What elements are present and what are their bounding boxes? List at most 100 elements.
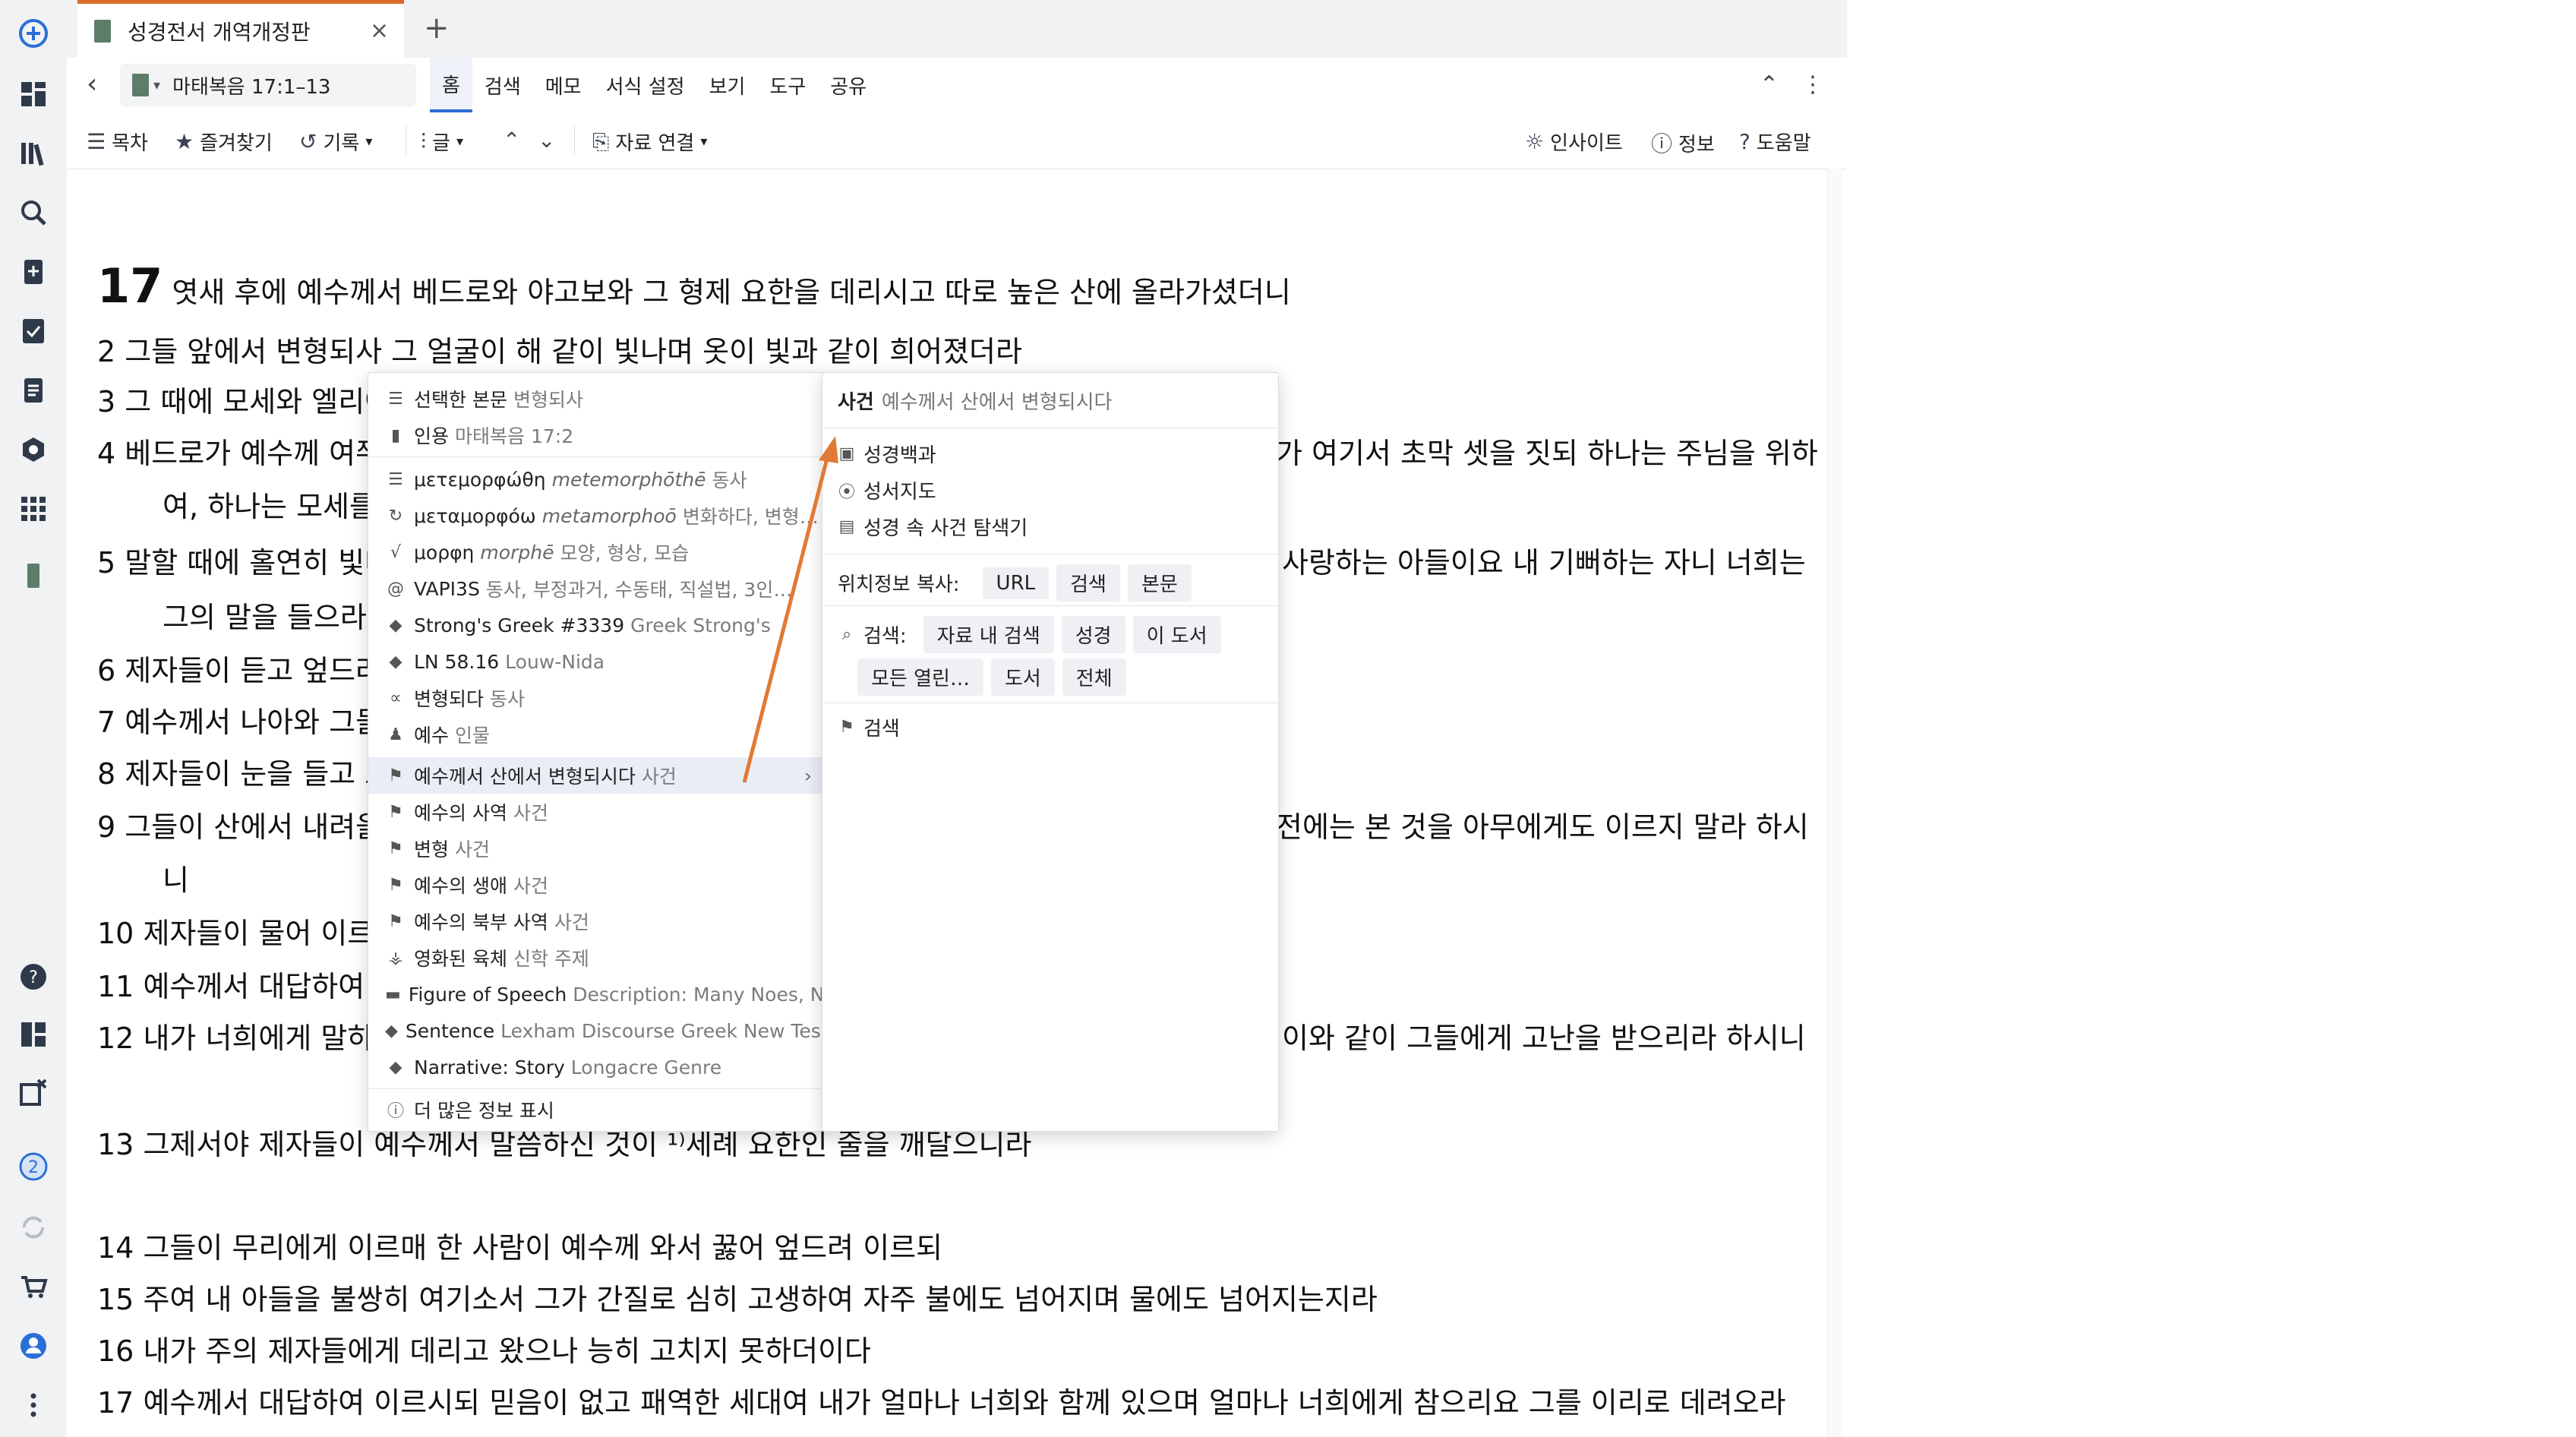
copy-search-chip[interactable]: 검색 bbox=[1056, 564, 1120, 602]
verse-continued[interactable]: 사랑하는 아들이요 내 기뻐하는 자니 너희는 bbox=[1282, 539, 1806, 581]
reference-box[interactable]: ▾ 마태복음 17:1–13 bbox=[120, 64, 416, 106]
menu-share[interactable]: 공유 bbox=[818, 58, 879, 112]
menu-item-event[interactable]: ⚑ 변형 사건 bbox=[368, 830, 824, 867]
info-button[interactable]: ⓘ 정보 bbox=[1651, 128, 1715, 158]
help-icon[interactable]: ? bbox=[15, 959, 52, 995]
library-icon[interactable] bbox=[15, 135, 52, 172]
link-button[interactable]: ⎘ 자료 연결 ▾ bbox=[592, 128, 707, 156]
sync-icon[interactable] bbox=[15, 1209, 52, 1246]
copy-url-chip[interactable]: URL bbox=[982, 567, 1050, 599]
verse-continued[interactable]: 그의 말을 들으라 bbox=[163, 594, 367, 636]
menu-home[interactable]: 홈 bbox=[430, 58, 472, 112]
verse[interactable]: 3 그 때에 모세와 엘리아 bbox=[97, 378, 391, 420]
menu-item-more-info[interactable]: ⓘ 더 많은 정보 표시 bbox=[368, 1091, 824, 1128]
menu-item-selected-text[interactable]: ☰ 선택한 본문 변형되사 bbox=[368, 381, 824, 417]
verse-continued[interactable]: 이와 같이 그들에게 고난을 받으리라 하시니 bbox=[1282, 1015, 1806, 1056]
close-panels-icon[interactable] bbox=[15, 1074, 52, 1110]
search-this-book-chip[interactable]: 이 도서 bbox=[1132, 616, 1221, 653]
menu-item-root[interactable]: √ μορφη morphē 모양, 형상, 모습 bbox=[368, 534, 824, 570]
menu-item-lemma[interactable]: ↻ μεταμορφόω metamorphoō 변화하다, 변형… bbox=[368, 497, 824, 534]
menu-view[interactable]: 보기 bbox=[697, 58, 758, 112]
menu-item-figure-of-speech[interactable]: ▬ Figure of Speech Description: Many Noes,… bbox=[368, 976, 824, 1012]
menu-item-morphology[interactable]: @ VAPI3S 동사, 부정과거, 수동태, 직설법, 3인… bbox=[368, 570, 824, 607]
verse[interactable]: 12 내가 너희에게 말하노 bbox=[97, 1015, 400, 1056]
add-document-icon[interactable] bbox=[15, 254, 52, 290]
atlas-icon[interactable] bbox=[15, 431, 52, 468]
submenu-item-event-explorer[interactable]: ▤ 성경 속 사건 탐색기 bbox=[838, 513, 1028, 541]
toc-button[interactable]: ☰ 목차 bbox=[87, 128, 148, 156]
menu-item-event-transfiguration[interactable]: ⚑ 예수께서 산에서 변형되시다 사건 › bbox=[368, 757, 824, 794]
menu-format[interactable]: 서식 설정 bbox=[594, 58, 697, 112]
copy-text-chip[interactable]: 본문 bbox=[1127, 564, 1192, 602]
menu-item-event[interactable]: ⚑ 예수의 사역 사건 bbox=[368, 794, 824, 830]
dashboard-icon[interactable] bbox=[15, 76, 52, 112]
help-button[interactable]: ? 도움말 bbox=[1739, 128, 1811, 156]
checklist-icon[interactable] bbox=[15, 313, 52, 349]
verse-continued[interactable]: 가 여기서 초막 셋을 짓되 하나는 주님을 위하 bbox=[1276, 430, 1818, 472]
verse[interactable]: 8 제자들이 눈을 들고 보 bbox=[97, 750, 391, 792]
home-logo-icon[interactable] bbox=[15, 15, 52, 52]
verse[interactable]: 15 주여 내 아들을 불쌍히 여기소서 그가 간질로 심히 고생하여 자주 불… bbox=[97, 1276, 1378, 1318]
verse[interactable]: 14 그들이 무리에게 이르매 한 사람이 예수께 와서 꿇어 엎드려 이르되 bbox=[97, 1224, 942, 1266]
menu-item-genre[interactable]: ◆ Narrative: Story Longacre Genre bbox=[368, 1049, 824, 1085]
layout-icon[interactable] bbox=[15, 1016, 52, 1053]
verse[interactable]: 17 엿새 후에 예수께서 베드로와 야고보와 그 형제 요한을 데리시고 따로… bbox=[97, 258, 1291, 314]
menu-notes[interactable]: 메모 bbox=[533, 58, 594, 112]
verse[interactable]: 6 제자들이 듣고 엎드려 bbox=[97, 647, 382, 689]
chevron-down-icon[interactable]: ▾ bbox=[153, 77, 160, 93]
menu-item-sentence[interactable]: ◆ Sentence Lexham Discourse Greek New Tes… bbox=[368, 1012, 824, 1049]
verse[interactable]: 4 베드로가 예수께 여쭈 bbox=[97, 430, 382, 472]
menu-item-strongs[interactable]: ◆ Strong's Greek #3339 Greek Strong's bbox=[368, 607, 824, 643]
search-icon[interactable] bbox=[15, 194, 52, 231]
verse[interactable]: 17 예수께서 대답하여 이르시되 믿음이 없고 패역한 세대여 내가 얼마나 … bbox=[97, 1379, 1786, 1421]
insight-button[interactable]: ☼ 인사이트 bbox=[1525, 128, 1623, 156]
menu-item-greek-form[interactable]: ☰ μετεμορφώθη metemorphōthē 동사 bbox=[368, 461, 824, 497]
search-all-chip[interactable]: 전체 bbox=[1062, 658, 1126, 696]
open-book-icon[interactable] bbox=[15, 557, 52, 594]
search-bible-chip[interactable]: 성경 bbox=[1061, 616, 1125, 653]
collapse-icon[interactable]: ⌃ bbox=[1760, 71, 1779, 98]
menu-item-event[interactable]: ⚑ 예수의 북부 사역 사건 bbox=[368, 903, 824, 940]
menu-tools[interactable]: 도구 bbox=[757, 58, 818, 112]
verse[interactable]: 16 내가 주의 제자들에게 데리고 왔으나 능히 고치지 못하더이다 bbox=[97, 1328, 871, 1369]
tab-bible[interactable]: 성경전서 개역개정판 × bbox=[77, 0, 404, 58]
menu-item-theology[interactable]: ⚶ 영화된 육체 신학 주제 bbox=[368, 940, 824, 976]
notifications-badge-icon[interactable]: 2 bbox=[15, 1148, 52, 1185]
menu-item-louw-nida[interactable]: ◆ LN 58.16 Louw-Nida bbox=[368, 643, 824, 680]
reference-text[interactable]: 마태복음 17:1–13 bbox=[172, 71, 330, 99]
verse[interactable]: 7 예수께서 나아와 그들 bbox=[97, 699, 382, 741]
new-tab-button[interactable]: + bbox=[424, 11, 450, 46]
verse-continued[interactable]: 여, 하나는 모세를 bbox=[163, 483, 376, 525]
vertical-scrollbar[interactable] bbox=[1827, 169, 1842, 1437]
more-options-icon[interactable]: ⋮ bbox=[1801, 71, 1824, 98]
search-all-open-chip[interactable]: 모든 열린… bbox=[857, 658, 983, 696]
menu-search[interactable]: 검색 bbox=[472, 58, 533, 112]
favorites-button[interactable]: ★ 즐겨찾기 bbox=[175, 128, 273, 156]
submenu-item-encyclopedia[interactable]: ▣ 성경백과 bbox=[838, 440, 936, 468]
text-button[interactable]: ⫶ 글 ▾ bbox=[421, 128, 463, 156]
search-books-chip[interactable]: 도서 bbox=[990, 658, 1055, 696]
verse[interactable]: 11 예수께서 대답하여 이 bbox=[97, 963, 400, 1005]
verse[interactable]: 2 그들 앞에서 변형되사 그 얼굴이 해 같이 빛나며 옷이 빛과 같이 희어… bbox=[97, 328, 1022, 370]
next-button[interactable]: ⌄ bbox=[538, 128, 555, 153]
verse-continued[interactable]: 전에는 본 것을 아무에게도 이르지 말라 하시 bbox=[1276, 804, 1809, 845]
prev-button[interactable]: ⌃ bbox=[503, 128, 520, 153]
close-tab-icon[interactable]: × bbox=[370, 17, 389, 44]
menu-item-person[interactable]: ♟ 예수 인물 bbox=[368, 716, 824, 753]
submenu-item-atlas[interactable]: ⦿ 성서지도 bbox=[838, 476, 936, 504]
verse[interactable]: 9 그들이 산에서 내려올 bbox=[97, 804, 382, 845]
apps-grid-icon[interactable] bbox=[15, 491, 52, 527]
back-button[interactable]: ‹ bbox=[87, 68, 97, 99]
verse[interactable]: 5 말할 때에 홀연히 빛나 bbox=[97, 539, 391, 581]
menu-item-event[interactable]: ⚑ 예수의 생애 사건 bbox=[368, 867, 824, 903]
more-vertical-icon[interactable] bbox=[15, 1387, 52, 1423]
menu-item-citation[interactable]: ▮ 인용 마태복음 17:2 bbox=[368, 417, 824, 453]
history-button[interactable]: ↺ 기록 ▾ bbox=[299, 128, 372, 156]
submenu-item-search[interactable]: ⚑ 검색 bbox=[838, 713, 900, 741]
notes-icon[interactable] bbox=[15, 372, 52, 409]
menu-item-sense[interactable]: ∝ 변형되다 동사 bbox=[368, 680, 824, 716]
account-icon[interactable] bbox=[15, 1328, 52, 1364]
search-in-resource-chip[interactable]: 자료 내 검색 bbox=[923, 616, 1054, 653]
verse-continued[interactable]: 니 bbox=[163, 857, 189, 899]
verse[interactable]: 10 제자들이 물어 이르되 bbox=[97, 910, 400, 952]
